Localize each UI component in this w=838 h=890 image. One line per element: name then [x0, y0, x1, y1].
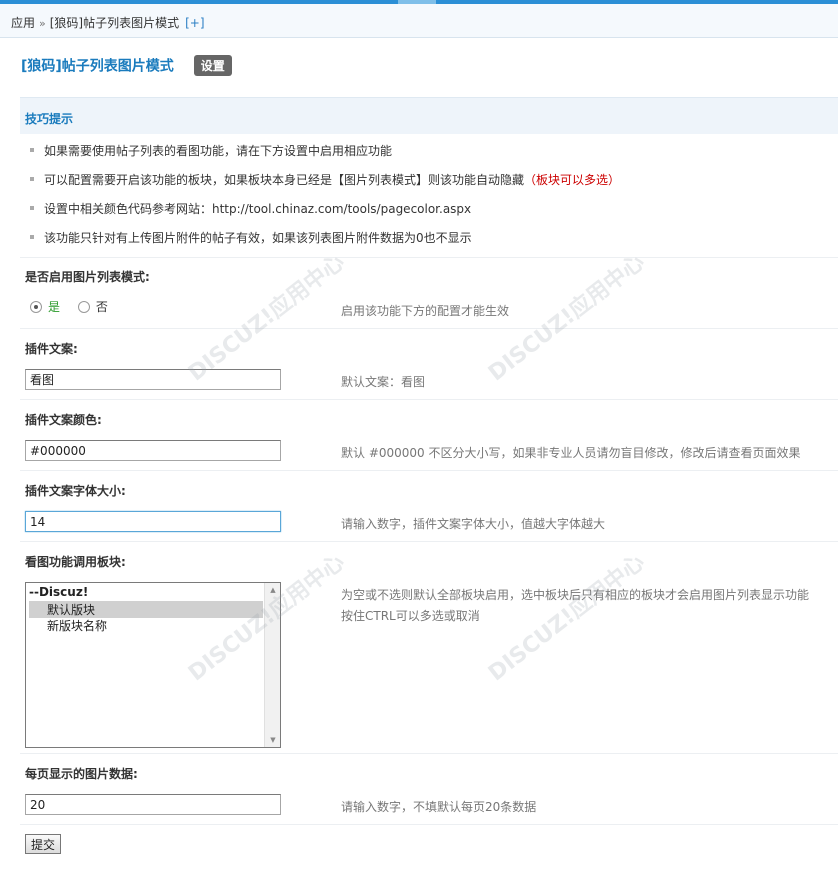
breadcrumb: 应用 » [狼码]帖子列表图片模式 [+] [0, 4, 838, 38]
size-label: 插件文案字体大小: [25, 484, 126, 498]
tip-text: 该功能只针对有上传图片附件的帖子有效，如果该列表图片附件数据为0也不显示 [44, 231, 472, 245]
tip-item: 设置中相关颜色代码参考网站：http://tool.chinaz.com/too… [30, 200, 471, 217]
color-hint: 默认 #000000 不区分大小写，如果非专业人员请勿盲目修改，修改后请查看页面… [341, 446, 801, 460]
breadcrumb-current: [狼码]帖子列表图片模式 [49, 16, 180, 30]
submit-button[interactable]: 提交 [25, 834, 62, 854]
enable-label: 是否启用图片列表模式: [25, 270, 150, 284]
divider [20, 541, 838, 542]
breadcrumb-root-link[interactable]: 应用 [11, 16, 35, 30]
tip-text: 如果需要使用帖子列表的看图功能，请在下方设置中启用相应功能 [44, 144, 393, 158]
divider [20, 753, 838, 754]
bullet-icon [30, 234, 34, 239]
text-label: 插件文案: [25, 342, 78, 356]
enable-radio-group: 是 否 [30, 298, 122, 315]
bullet-icon [30, 176, 34, 181]
page-header: [狼码]帖子列表图片模式 设置 [21, 55, 232, 76]
tip-item: 该功能只针对有上传图片附件的帖子有效，如果该列表图片附件数据为0也不显示 [30, 229, 472, 246]
color-label: 插件文案颜色: [25, 413, 102, 427]
enable-yes-label[interactable]: 是 [48, 300, 60, 314]
forums-hint-line1: 为空或不选则默认全部板块启用，选中板块后只有相应的板块才会启用图片列表显示功能 [341, 588, 810, 602]
size-hint: 请输入数字，插件文案字体大小，值越大字体越大 [341, 517, 606, 531]
scroll-up-icon[interactable]: ▲ [265, 583, 280, 597]
tip-text: 可以配置需要开启该功能的板块，如果板块本身已经是【图片列表模式】则该功能自动隐藏 [44, 173, 525, 187]
bullet-icon [30, 205, 34, 210]
enable-yes-radio[interactable] [30, 300, 42, 313]
forum-option[interactable]: 新版块名称 [29, 617, 107, 634]
perpage-input[interactable] [25, 794, 281, 815]
scroll-down-icon[interactable]: ▼ [265, 733, 280, 747]
tip-item: 如果需要使用帖子列表的看图功能，请在下方设置中启用相应功能 [30, 142, 392, 159]
add-shortcut-link[interactable]: [+] [185, 16, 204, 30]
forums-scrollbar[interactable]: ▲ ▼ [264, 583, 280, 747]
text-hint: 默认文案：看图 [341, 375, 426, 389]
forum-group-option[interactable]: --Discuz! [29, 585, 88, 599]
enable-no-radio[interactable] [77, 300, 90, 313]
forums-label: 看图功能调用板块: [25, 555, 126, 569]
enable-hint: 启用该功能下方的配置才能生效 [341, 304, 510, 318]
tips-heading: 技巧提示 [20, 97, 838, 134]
watermark: DISCUZ!应用中心 [484, 549, 650, 687]
bullet-icon [30, 147, 34, 152]
tip-highlight: （板块可以多选） [524, 173, 621, 187]
watermark: DISCUZ!应用中心 [184, 249, 350, 387]
page-title: [狼码]帖子列表图片模式 [21, 58, 174, 75]
breadcrumb-separator: » [39, 17, 46, 30]
divider [20, 399, 838, 400]
perpage-label: 每页显示的图片数据: [25, 767, 138, 781]
tip-item: 可以配置需要开启该功能的板块，如果板块本身已经是【图片列表模式】则该功能自动隐藏… [30, 171, 620, 188]
divider [20, 470, 838, 471]
size-input[interactable] [25, 511, 281, 532]
divider [20, 824, 838, 825]
forums-multiselect[interactable]: --Discuz! 默认版块 新版块名称 ▲ ▼ [25, 582, 281, 748]
divider [20, 328, 838, 329]
forum-option[interactable]: 默认版块 [29, 601, 263, 618]
settings-tab-badge[interactable]: 设置 [193, 55, 232, 76]
color-input[interactable] [25, 440, 281, 461]
text-input[interactable] [25, 369, 281, 390]
perpage-hint: 请输入数字，不填默认每页20条数据 [341, 800, 537, 814]
forums-hint-line2: 按住CTRL可以多选或取消 [341, 609, 480, 623]
divider [20, 257, 838, 258]
enable-no-label[interactable]: 否 [96, 300, 108, 314]
tip-text: 设置中相关颜色代码参考网站：http://tool.chinaz.com/too… [44, 202, 472, 216]
